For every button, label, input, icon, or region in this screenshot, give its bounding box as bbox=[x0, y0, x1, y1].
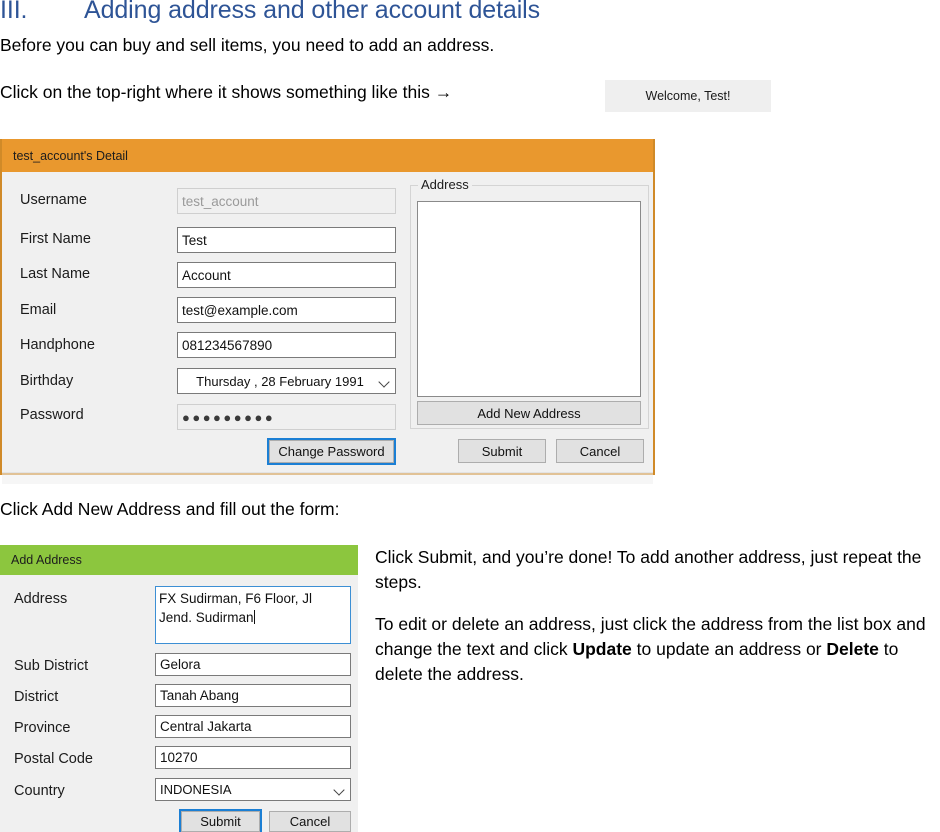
sub-district-value: Gelora bbox=[160, 657, 201, 672]
label-province: Province bbox=[14, 720, 71, 736]
notes-column: Click Submit, and you’re done! To add an… bbox=[375, 545, 940, 704]
account-cancel-button[interactable]: Cancel bbox=[556, 439, 644, 463]
province-value: Central Jakarta bbox=[160, 719, 252, 734]
welcome-button-label: Welcome, Test! bbox=[645, 89, 731, 103]
username-value: test_account bbox=[182, 193, 259, 209]
notes-paragraph-1: Click Submit, and you’re done! To add an… bbox=[375, 547, 922, 592]
notes-p2-part-b: to update an address or bbox=[631, 639, 827, 659]
handphone-input[interactable]: 081234567890 bbox=[177, 332, 396, 358]
province-input[interactable]: Central Jakarta bbox=[155, 715, 351, 738]
address-textarea[interactable]: FX Sudirman, F6 Floor, Jl Jend. Sudirman bbox=[155, 586, 351, 644]
label-birthday: Birthday bbox=[20, 373, 74, 389]
notes-p2-delete: Delete bbox=[826, 639, 879, 659]
address-listbox[interactable] bbox=[417, 201, 641, 397]
label-last-name: Last Name bbox=[20, 266, 91, 282]
label-username: Username bbox=[20, 192, 87, 208]
change-password-button[interactable]: Change Password bbox=[267, 438, 396, 465]
address-cancel-label: Cancel bbox=[289, 814, 331, 829]
district-input[interactable]: Tanah Abang bbox=[155, 684, 351, 707]
label-postal-code: Postal Code bbox=[14, 751, 93, 767]
label-email: Email bbox=[20, 302, 57, 318]
district-value: Tanah Abang bbox=[160, 688, 239, 703]
last-name-value: Account bbox=[182, 267, 231, 283]
email-value: test@example.com bbox=[182, 302, 298, 318]
label-sub-district: Sub District bbox=[14, 658, 89, 674]
address-cancel-button[interactable]: Cancel bbox=[269, 811, 351, 832]
account-detail-dialog: test_account's Detail Username First Nam… bbox=[0, 139, 655, 484]
country-select[interactable]: INDONESIA bbox=[155, 778, 351, 801]
birthday-value: Thursday , 28 February 1991 bbox=[196, 373, 364, 389]
account-submit-label: Submit bbox=[481, 443, 523, 459]
welcome-button[interactable]: Welcome, Test! bbox=[605, 80, 771, 112]
username-input: test_account bbox=[177, 188, 396, 214]
address-line-2: Jend. Sudirman bbox=[159, 610, 254, 625]
click-topright-paragraph: Click on the top-right where it shows so… bbox=[0, 82, 453, 102]
notes-paragraph-2: To edit or delete an address, just click… bbox=[375, 612, 940, 687]
password-input[interactable]: ●●●●●●●●● bbox=[177, 404, 396, 430]
intro-paragraph: Before you can buy and sell items, you n… bbox=[0, 35, 495, 55]
postal-code-value: 10270 bbox=[160, 750, 198, 765]
label-handphone: Handphone bbox=[20, 337, 95, 353]
address-submit-button[interactable]: Submit bbox=[179, 809, 262, 832]
heading-text: Adding address and other account details bbox=[84, 0, 541, 24]
label-password: Password bbox=[20, 407, 84, 423]
account-dialog-titlebar: test_account's Detail bbox=[2, 139, 653, 172]
label-district: District bbox=[14, 689, 59, 705]
add-new-address-paragraph: Click Add New Address and fill out the f… bbox=[0, 499, 340, 519]
first-name-input[interactable]: Test bbox=[177, 227, 396, 253]
address-group-label: Address bbox=[418, 177, 472, 192]
address-dialog-title: Add Address bbox=[11, 553, 82, 567]
country-value: INDONESIA bbox=[160, 782, 232, 797]
chevron-down-icon bbox=[378, 375, 391, 388]
postal-code-input[interactable]: 10270 bbox=[155, 746, 351, 769]
label-first-name: First Name bbox=[20, 231, 91, 247]
account-cancel-label: Cancel bbox=[579, 443, 621, 459]
page-title: III. Adding address and other account det… bbox=[0, 0, 900, 25]
heading-number: III. bbox=[0, 0, 28, 24]
text-caret bbox=[253, 610, 255, 624]
sub-district-input[interactable]: Gelora bbox=[155, 653, 351, 676]
handphone-value: 081234567890 bbox=[182, 337, 273, 353]
email-input[interactable]: test@example.com bbox=[177, 297, 396, 323]
password-value: ●●●●●●●●● bbox=[182, 409, 276, 425]
address-line-1: FX Sudirman, F6 Floor, Jl bbox=[159, 591, 313, 606]
label-country: Country bbox=[14, 783, 65, 799]
change-password-label: Change Password bbox=[278, 444, 385, 459]
address-dialog-titlebar: Add Address bbox=[0, 545, 358, 575]
dialog-bottom-strip bbox=[2, 472, 653, 484]
first-name-value: Test bbox=[182, 232, 207, 248]
add-new-address-button[interactable]: Add New Address bbox=[417, 401, 641, 425]
notes-p2-update: Update bbox=[572, 639, 632, 659]
chevron-down-icon bbox=[333, 783, 346, 796]
add-new-address-label: Add New Address bbox=[477, 405, 581, 421]
address-submit-label: Submit bbox=[200, 814, 241, 829]
account-dialog-title: test_account's Detail bbox=[13, 148, 128, 163]
birthday-datepicker[interactable]: Thursday , 28 February 1991 bbox=[177, 368, 396, 394]
add-address-dialog: Add Address Address Sub District Distric… bbox=[0, 545, 358, 832]
account-submit-button[interactable]: Submit bbox=[458, 439, 546, 463]
last-name-input[interactable]: Account bbox=[177, 262, 396, 288]
label-address: Address bbox=[14, 591, 68, 607]
